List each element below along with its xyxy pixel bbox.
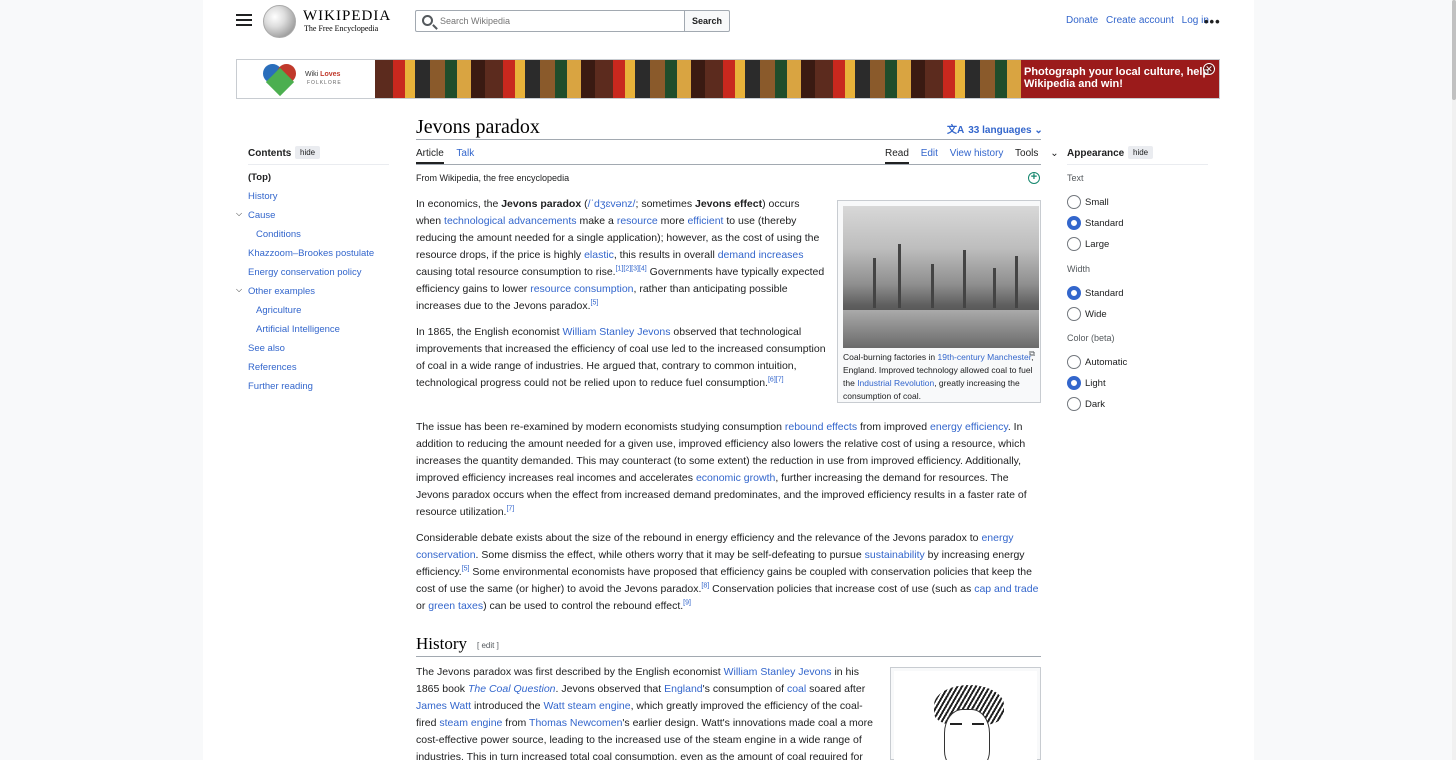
toc-item-agriculture[interactable]: Agriculture [256, 305, 301, 316]
enlarge-icon[interactable]: ⧉ [1029, 349, 1035, 359]
text-size-label: Text [1067, 173, 1084, 183]
logo-text-folklore: FOLKLORE [307, 80, 342, 86]
section-edit-link[interactable]: [ edit ] [477, 641, 499, 650]
banner-close-icon[interactable]: ✕ [1203, 63, 1215, 75]
appearance-title: Appearance [1067, 148, 1125, 159]
toc-item-khazzoom-brookes[interactable]: Khazzoom–Brookes postulate [248, 248, 374, 259]
paragraph-rebound: The issue has been re-examined by modern… [416, 421, 1027, 518]
toc-item-top[interactable]: (Top) [248, 172, 271, 183]
toc-item-other-examples[interactable]: Other examples [248, 286, 315, 297]
scrollbar-thumb[interactable] [1452, 0, 1456, 100]
tools-label: Tools [1015, 148, 1039, 159]
tab-view-history[interactable]: View history [950, 148, 1004, 159]
paragraph-debate: Considerable debate exists about the siz… [416, 532, 1039, 612]
paragraph-intro: In economics, the Jevons paradox (/ˈdʒɛv… [416, 198, 825, 312]
page: WIKIPEDIA The Free Encyclopedia Search D… [203, 0, 1254, 760]
paragraph-history: The Jevons paradox was first described b… [416, 666, 873, 760]
section-divider [416, 656, 1041, 657]
title-divider [416, 139, 1041, 140]
donate-link[interactable]: Donate [1066, 15, 1098, 26]
toc-title: Contents [248, 148, 292, 159]
toc-hide-button[interactable]: hide [295, 146, 321, 159]
manchester-factories-image[interactable] [843, 206, 1039, 348]
toc-item-further-reading[interactable]: Further reading [248, 381, 313, 392]
appearance-hide-button[interactable]: hide [1128, 146, 1154, 159]
heart-logo-icon [263, 64, 301, 97]
appearance-divider [1067, 164, 1208, 165]
namespace-tabs: Article Talk [416, 148, 474, 164]
toc-item-references[interactable]: References [248, 362, 297, 373]
chevron-down-icon[interactable]: ⌵ [236, 209, 242, 219]
chevron-down-icon[interactable]: ⌵ [236, 285, 242, 295]
search-box[interactable] [415, 10, 685, 32]
color-label: Color (beta) [1067, 333, 1115, 343]
search-button[interactable]: Search [684, 10, 730, 32]
campaign-banner[interactable]: Wiki Loves FOLKLORE Photograph your loca… [236, 59, 1220, 99]
logo-text-loves: Loves [320, 71, 341, 78]
tab-talk[interactable]: Talk [456, 148, 474, 159]
chevron-down-icon: ⌄ [1050, 148, 1059, 159]
toc-item-ai[interactable]: Artificial Intelligence [256, 324, 340, 335]
caption-link-industrial-revolution[interactable]: Industrial Revolution [857, 378, 934, 388]
tabs-divider [416, 164, 1041, 165]
toc-item-history[interactable]: History [248, 191, 278, 202]
search-input[interactable] [440, 13, 680, 29]
tab-edit[interactable]: Edit [921, 148, 938, 159]
figure-jevons-portrait [890, 667, 1041, 760]
chevron-down-icon: ⌄ [1034, 125, 1043, 136]
toc-item-conditions[interactable]: Conditions [256, 229, 301, 240]
translate-icon: 文A [947, 125, 965, 136]
search-icon [422, 15, 433, 26]
scrollbar[interactable] [1452, 0, 1456, 760]
caption-link-manchester[interactable]: 19th-century Manchester [938, 352, 1032, 362]
toc-item-cause[interactable]: Cause [248, 210, 275, 221]
paragraph-1865: In 1865, the English economist William S… [416, 326, 826, 389]
user-links: Donate Create account Log in [1066, 15, 1214, 26]
section-heading-history: History [416, 634, 467, 653]
main-menu-icon[interactable] [236, 12, 252, 30]
toc-item-energy-conservation[interactable]: Energy conservation policy [248, 267, 362, 278]
wikipedia-tagline: The Free Encyclopedia [304, 24, 379, 33]
site-subtitle: From Wikipedia, the free encyclopedia [416, 173, 570, 183]
tools-menu[interactable]: Tools ⌄ [1015, 148, 1068, 159]
banner-photo-strip [375, 60, 1021, 98]
wikipedia-globe-logo[interactable] [263, 5, 296, 38]
figure-caption: Coal-burning factories in 19th-century M… [843, 352, 1034, 401]
add-topic-icon[interactable]: + [1028, 172, 1040, 184]
create-account-link[interactable]: Create account [1106, 15, 1174, 26]
view-tabs: Read Edit View history Tools ⌄ [885, 148, 1077, 164]
logo-text-wiki: Wiki [305, 71, 319, 78]
language-selector[interactable]: 文A 33 languages ⌄ [947, 121, 1043, 136]
banner-cta[interactable]: Photograph your local culture, help Wiki… [1021, 60, 1219, 98]
tab-read[interactable]: Read [885, 148, 909, 164]
more-options-icon[interactable]: ••• [1204, 14, 1221, 29]
figure-manchester: ⧉ Coal-burning factories in 19th-century… [837, 200, 1041, 403]
language-count: 33 languages [968, 125, 1032, 136]
page-title: Jevons paradox [416, 116, 540, 138]
wiki-loves-folklore-logo: Wiki Loves FOLKLORE [237, 60, 375, 98]
tab-article[interactable]: Article [416, 148, 444, 164]
toc-item-see-also[interactable]: See also [248, 343, 285, 354]
jevons-portrait-image[interactable] [894, 671, 1037, 760]
wikipedia-wordmark[interactable]: WIKIPEDIA [303, 8, 391, 25]
toc-divider [248, 164, 389, 165]
width-label: Width [1067, 264, 1091, 274]
